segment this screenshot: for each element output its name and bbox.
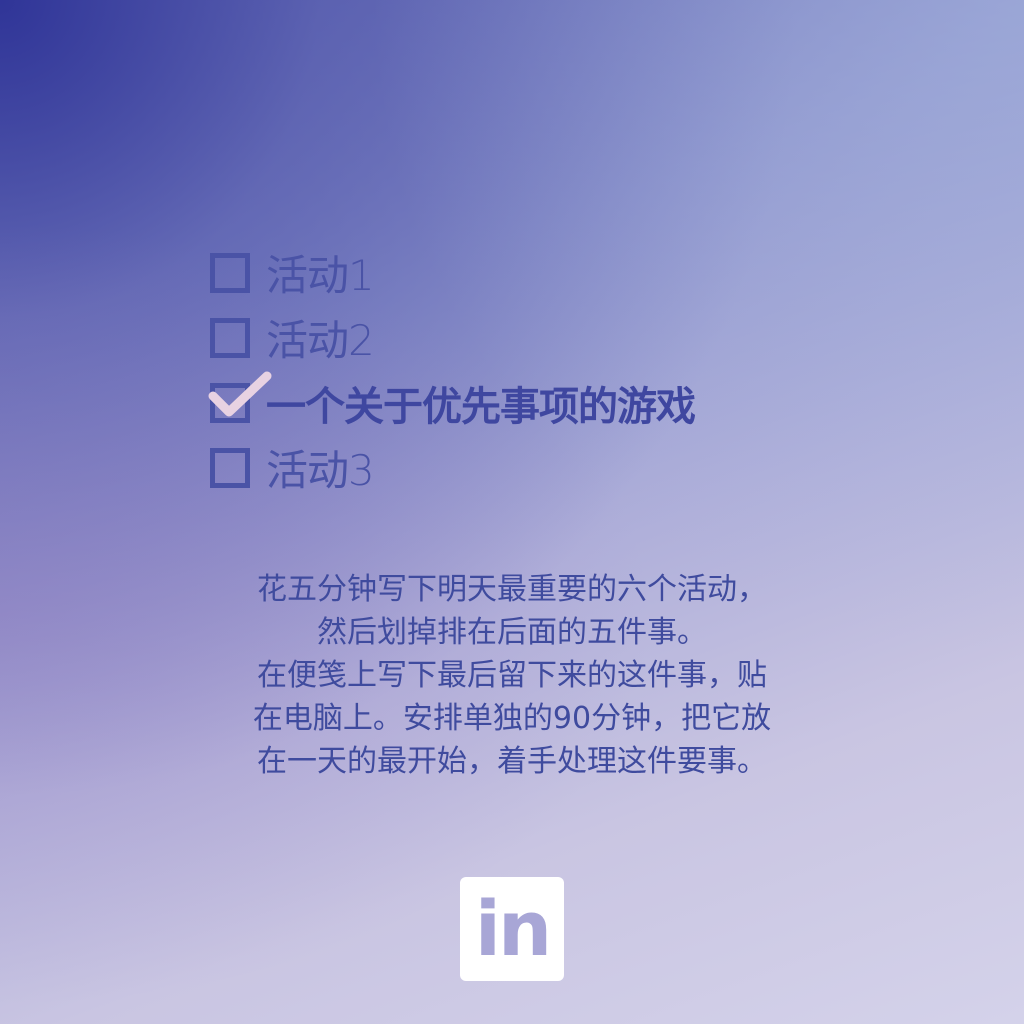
description-text: 花五分钟写下明天最重要的六个活动， 然后划掉排在后面的五件事。 在便笺上写下最后…: [200, 568, 824, 783]
checklist-item-label: 一个关于优先事项的游戏: [266, 383, 696, 430]
description-line: 在便笺上写下最后留下来的这件事，贴: [257, 658, 767, 693]
checkbox-unchecked[interactable]: [210, 447, 250, 488]
checklist-item-label: 活动1: [266, 251, 375, 300]
checkmark-icon: [208, 371, 272, 416]
description-line: 花五分钟写下明天最重要的六个活动，: [257, 572, 767, 607]
description-line: 在一天的最开始，着手处理这件要事。: [257, 744, 767, 779]
checklist-item-3[interactable]: 一个关于优先事项的游戏: [208, 370, 850, 435]
description-line: 然后划掉排在后面的五件事。: [317, 615, 707, 650]
checkbox-checked[interactable]: [208, 371, 272, 423]
checkbox-unchecked[interactable]: [210, 252, 250, 293]
priority-checklist: 活动1 活动2 一个关于优先事项的游戏 活动3: [208, 240, 850, 500]
checklist-item-4[interactable]: 活动3: [210, 435, 850, 500]
linkedin-icon[interactable]: in: [460, 877, 564, 981]
checklist-item-label: 活动3: [266, 446, 375, 495]
checklist-item-label: 活动2: [266, 316, 375, 365]
linkedin-logo-text: in: [474, 884, 552, 973]
checkbox-unchecked[interactable]: [210, 317, 250, 358]
checklist-item-2[interactable]: 活动2: [210, 305, 850, 370]
checklist-item-1[interactable]: 活动1: [210, 240, 850, 305]
background-gradient: [0, 0, 1024, 1024]
description-line: 在电脑上。安排单独的90分钟，把它放: [252, 701, 772, 736]
